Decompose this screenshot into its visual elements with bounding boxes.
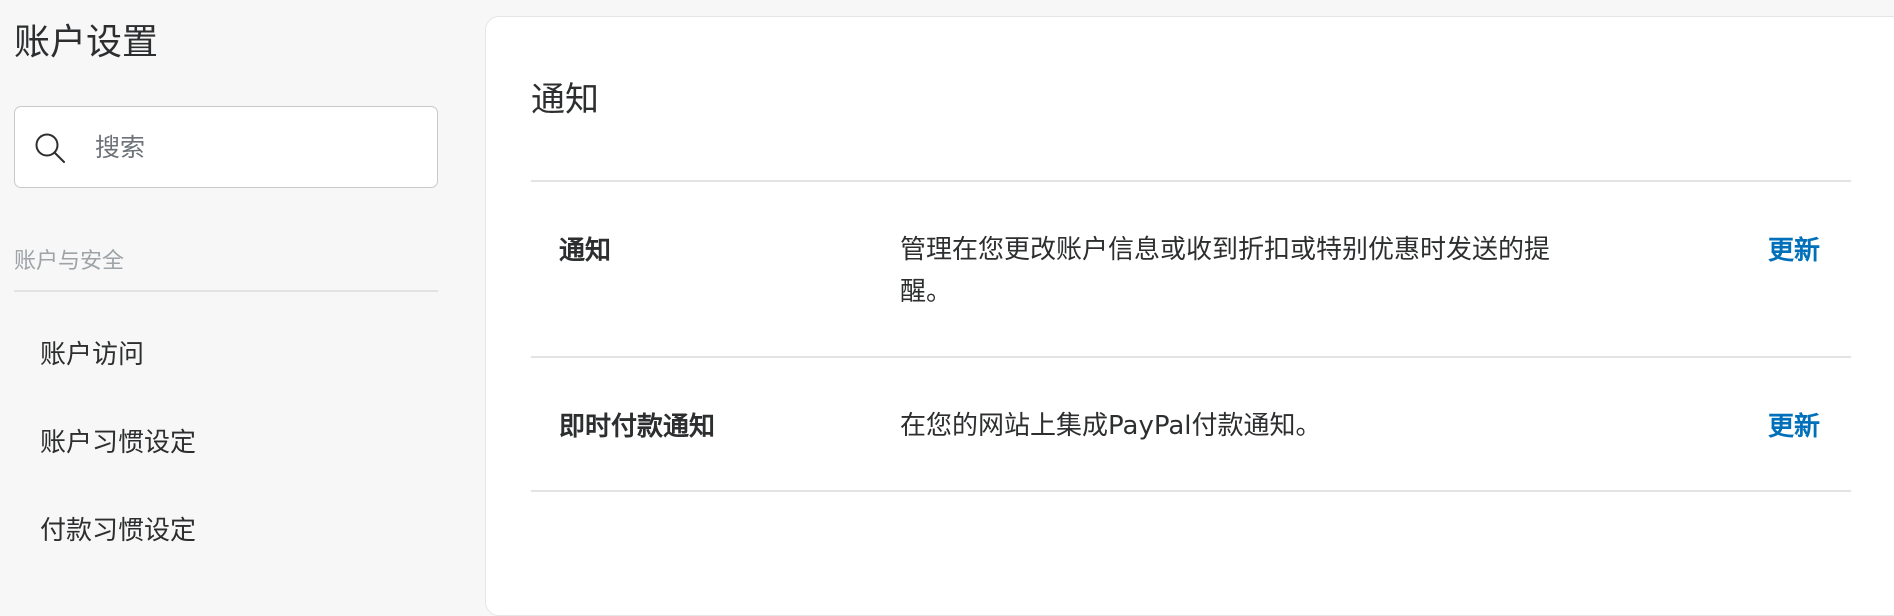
row-divider-bottom — [531, 490, 1851, 492]
section-label-account-security: 账户与安全 — [14, 249, 125, 274]
sidebar-item-account-access[interactable]: 账户访问 — [40, 337, 144, 373]
panel-title: 通知 — [531, 80, 599, 120]
sidebar: 账户设置 账户与安全 账户访问 账户习惯设定 付款习惯设定 — [0, 0, 460, 578]
row-divider-middle — [531, 356, 1851, 358]
search-box[interactable] — [14, 106, 438, 188]
update-notifications-link[interactable]: 更新 — [1768, 233, 1820, 269]
page-title: 账户设置 — [14, 22, 159, 63]
search-input[interactable] — [95, 107, 425, 187]
notifications-panel — [485, 16, 1894, 616]
row-description-ipn: 在您的网站上集成PayPal付款通知。 — [900, 411, 1322, 441]
sidebar-item-account-preferences[interactable]: 账户习惯设定 — [40, 425, 196, 461]
row-divider-top — [531, 180, 1851, 182]
row-label-ipn: 即时付款通知 — [559, 412, 716, 442]
search-icon — [33, 131, 69, 167]
sidebar-item-payment-preferences[interactable]: 付款习惯设定 — [40, 513, 196, 549]
row-description-notifications: 管理在您更改账户信息或收到折扣或特别优惠时发送的提醒。 — [900, 235, 1551, 307]
row-label-notifications: 通知 — [559, 236, 612, 266]
section-divider — [14, 290, 438, 292]
update-ipn-link[interactable]: 更新 — [1768, 409, 1820, 445]
